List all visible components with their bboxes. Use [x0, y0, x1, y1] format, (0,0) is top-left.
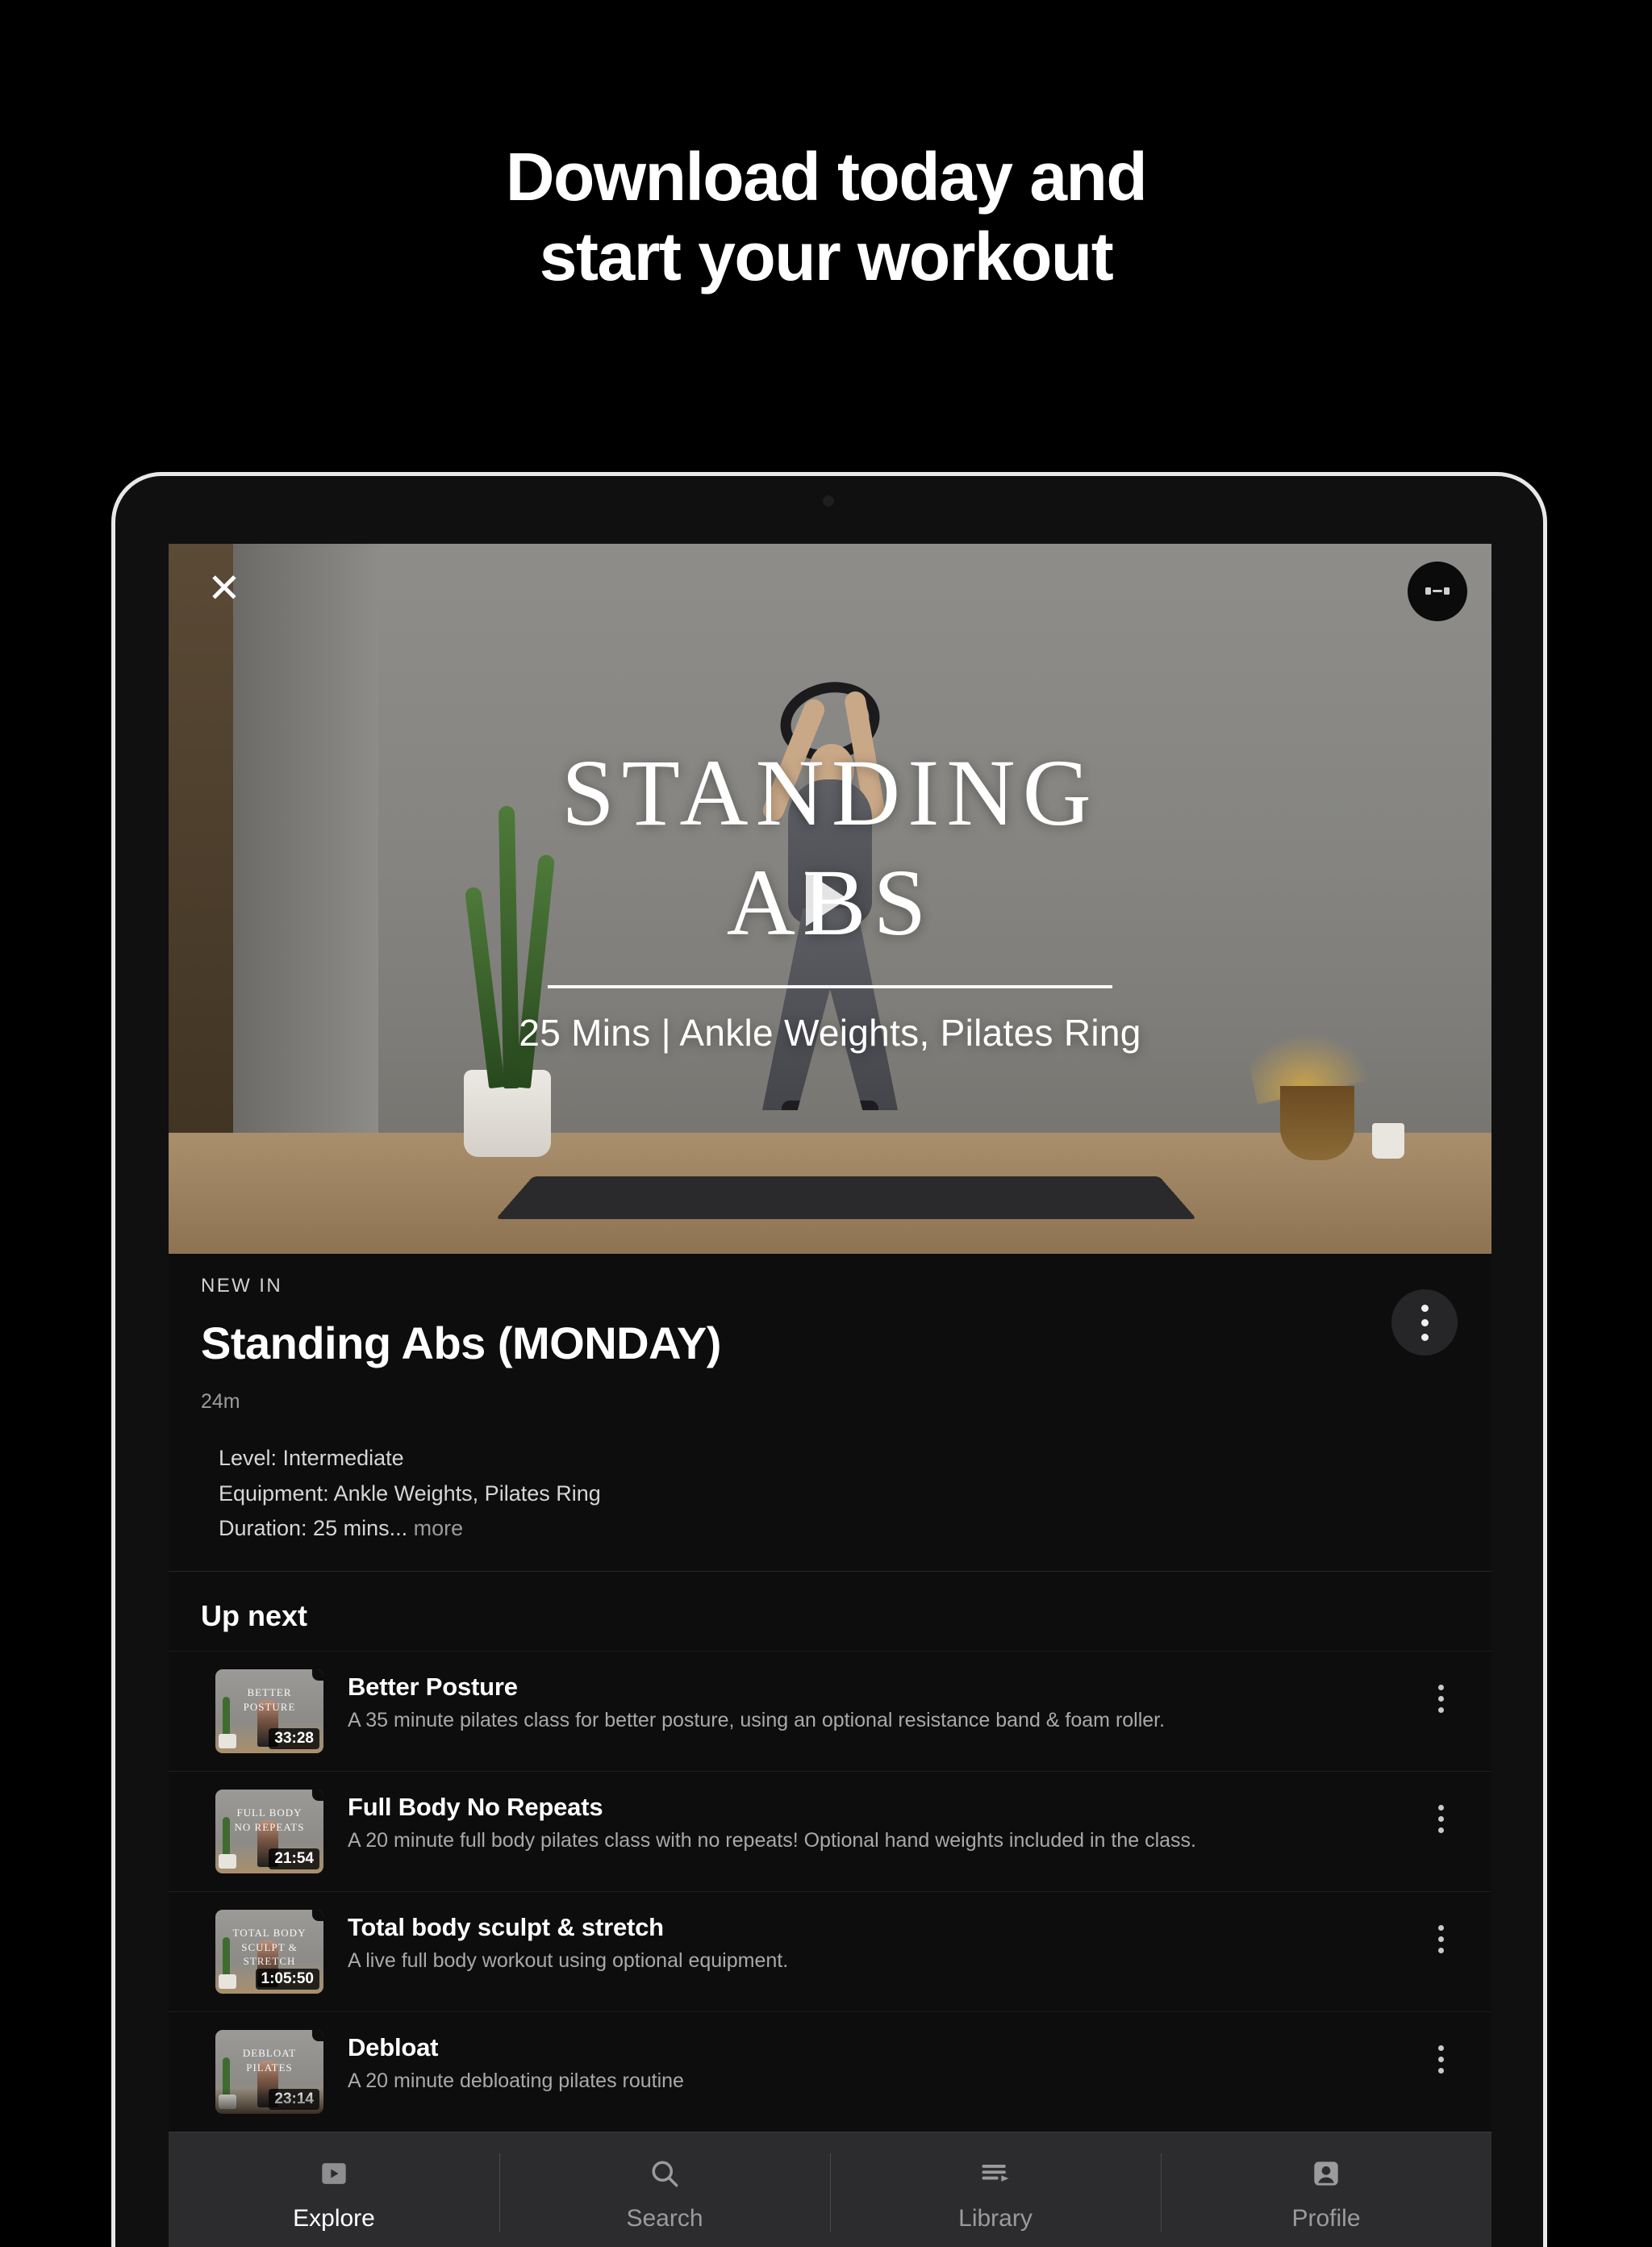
list-item-title: Total body sculpt & stretch — [348, 1913, 664, 1942]
list-item-description: A 20 minute debloating pilates routine — [348, 2069, 684, 2093]
thumbnail-pot — [219, 1734, 236, 1749]
thumbnail-duration-badge: 1:05:50 — [255, 1969, 319, 1990]
thumbnail-title-text: FULL BODY NO REPEATS — [234, 1806, 305, 1833]
list-item[interactable]: FULL BODY NO REPEATS 21:54 Full Body No R… — [169, 1771, 1491, 1891]
play-box-icon — [316, 2155, 352, 2192]
thumbnail-duration-badge: 23:14 — [269, 2089, 319, 2111]
list-item-description: A live full body workout using optional … — [348, 1949, 789, 1973]
thumbnail-title-text: DEBLOAT PILATES — [242, 2047, 297, 2074]
more-link[interactable]: more — [414, 1516, 464, 1540]
thumbnail-title-text: TOTAL BODY SCULPT & STRETCH — [232, 1927, 307, 1968]
kebab-menu-icon[interactable] — [1422, 2030, 1459, 2088]
video-equipment-line: Equipment: Ankle Weights, Pilates Ring — [219, 1481, 601, 1506]
kebab-menu-icon[interactable] — [1422, 1790, 1459, 1848]
list-item-body: Debloat A 20 minute debloating pilates r… — [348, 2030, 1398, 2093]
video-title: Standing Abs (MONDAY) — [201, 1318, 721, 1368]
tab-explore[interactable]: Explore — [169, 2132, 499, 2247]
app-screen: STANDING ABS 25 Mins | Ankle Weights, Pi… — [169, 544, 1491, 2247]
thumbnail-title-text: BETTER POSTURE — [243, 1686, 296, 1713]
thumbnail-pot — [219, 1974, 236, 1990]
tab-library-label: Library — [958, 2204, 1032, 2232]
video-thumbnail[interactable]: DEBLOAT PILATES 23:14 — [215, 2030, 323, 2115]
tab-search[interactable]: Search — [499, 2132, 830, 2247]
thumbnail-corner — [312, 1790, 323, 1802]
video-duration: 24m — [201, 1390, 240, 1413]
list-item-body: Total body sculpt & stretch A live full … — [348, 1910, 1398, 1973]
video-category-eyebrow: NEW IN — [201, 1275, 283, 1297]
video-duration-text: Duration: 25 mins... — [219, 1516, 408, 1541]
video-thumbnail[interactable]: BETTER POSTURE 33:28 — [215, 1669, 323, 1754]
video-overlay-divider — [548, 984, 1112, 988]
kebab-menu-icon[interactable] — [1391, 1289, 1458, 1355]
list-item-description: A 35 minute pilates class for better pos… — [348, 1709, 1166, 1732]
thumbnail-corner — [312, 1669, 323, 1681]
video-player[interactable]: STANDING ABS 25 Mins | Ankle Weights, Pi… — [169, 544, 1491, 1254]
headline-line-2: start your workout — [539, 219, 1114, 295]
thumbnail-pot — [219, 1854, 236, 1869]
video-thumbnail[interactable]: FULL BODY NO REPEATS 21:54 — [215, 1790, 323, 1874]
video-overlay-subtitle: 25 Mins | Ankle Weights, Pilates Ring — [519, 1011, 1141, 1054]
tab-profile-label: Profile — [1291, 2204, 1361, 2232]
person-icon — [1308, 2155, 1344, 2192]
bottom-tab-bar: Explore Search Library Profile — [169, 2132, 1491, 2247]
tab-profile[interactable]: Profile — [1161, 2132, 1491, 2247]
thumbnail-duration-badge: 21:54 — [269, 1848, 319, 1870]
tablet-device-frame: STANDING ABS 25 Mins | Ankle Weights, Pi… — [111, 472, 1547, 2247]
tab-library[interactable]: Library — [830, 2132, 1161, 2247]
video-description: Level: Intermediate Equipment: Ankle Wei… — [201, 1441, 1459, 1547]
list-item-body: Full Body No Repeats A 20 minute full bo… — [348, 1790, 1398, 1852]
cast-icon[interactable] — [1408, 562, 1467, 621]
list-item[interactable]: TOTAL BODY SCULPT & STRETCH 1:05:50 Total… — [169, 1891, 1491, 2011]
video-thumbnail[interactable]: TOTAL BODY SCULPT & STRETCH 1:05:50 — [215, 1910, 323, 1994]
list-item[interactable]: BETTER POSTURE 33:28 Better Posture A 35 … — [169, 1651, 1491, 1771]
list-item-title: Better Posture — [348, 1673, 518, 1702]
list-item-description: A 20 minute full body pilates class with… — [348, 1829, 1197, 1852]
list-item-title: Full Body No Repeats — [348, 1793, 603, 1822]
play-icon[interactable] — [806, 871, 848, 926]
thumbnail-pot — [219, 2095, 236, 2110]
list-item-title: Debloat — [348, 2033, 439, 2062]
close-icon[interactable]: ✕ — [199, 563, 249, 613]
video-overlay-title-line-1: STANDING — [561, 740, 1099, 846]
kebab-menu-icon[interactable] — [1422, 1910, 1459, 1968]
video-details-section: NEW IN Standing Abs (MONDAY) 24m Level: … — [169, 1254, 1491, 1572]
video-level-line: Level: Intermediate — [219, 1446, 404, 1470]
headline-line-1: Download today and — [505, 139, 1148, 215]
front-camera-icon — [823, 495, 834, 507]
thumbnail-corner — [312, 2030, 323, 2042]
playlist-icon — [978, 2155, 1013, 2192]
search-icon — [647, 2155, 682, 2192]
list-item[interactable]: DEBLOAT PILATES 23:14 Debloat A 20 minute… — [169, 2011, 1491, 2132]
page-headline: Download today and start your workout — [0, 137, 1652, 297]
kebab-menu-icon[interactable] — [1422, 1669, 1459, 1727]
up-next-heading: Up next — [169, 1572, 1491, 1652]
thumbnail-corner — [312, 1910, 323, 1922]
tab-search-label: Search — [626, 2204, 703, 2232]
list-item-body: Better Posture A 35 minute pilates class… — [348, 1669, 1398, 1732]
thumbnail-duration-badge: 33:28 — [269, 1728, 319, 1750]
video-duration-line: Duration: 25 mins... more — [219, 1511, 1459, 1547]
tab-explore-label: Explore — [293, 2204, 375, 2232]
